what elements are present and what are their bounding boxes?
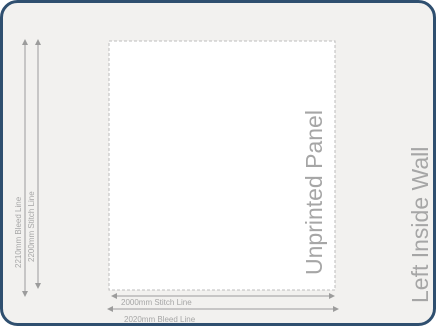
bleed-width-label: 2020mm Bleed Line [124,315,196,324]
panel-label: Unprinted Panel [301,110,327,275]
wall-diagram-svg: Unprinted Panel Left Inside Wall 2210mm … [0,0,436,326]
wall-label: Left Inside Wall [407,147,433,303]
wall-diagram: Unprinted Panel Left Inside Wall 2210mm … [0,0,436,326]
bleed-height-label: 2210mm Bleed Line [14,196,23,268]
stitch-width-label: 2000mm Stitch Line [121,298,192,307]
stitch-height-label: 2200mm Stitch Line [27,191,36,262]
